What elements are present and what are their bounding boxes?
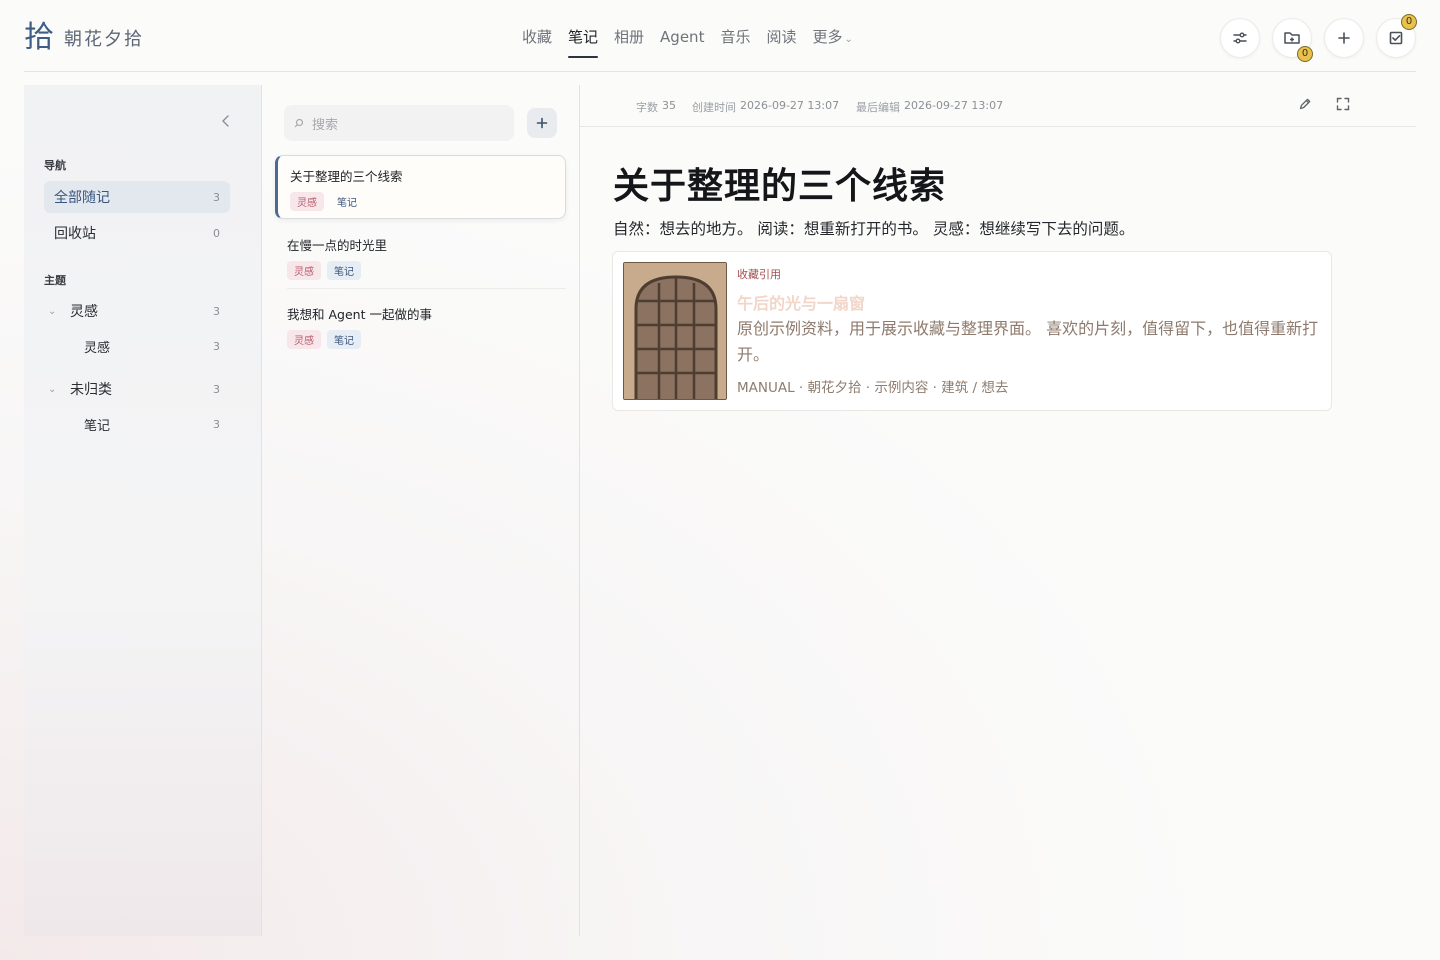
word-count-value: 35 <box>662 99 676 112</box>
note-title: 关于整理的三个线索 <box>290 169 403 184</box>
nav-tab-album[interactable]: 相册 <box>606 26 652 52</box>
sidebar-item-label: 未归类 <box>70 382 112 398</box>
sidebar-item-label: 灵感 <box>70 304 98 320</box>
sidebar-topic-uncategorized[interactable]: ⌄ 未归类 3 <box>44 373 230 405</box>
search-placeholder: 搜索 <box>312 117 339 133</box>
note-title: 在慢一点的时光里 <box>287 238 388 253</box>
expand-icon <box>1336 97 1350 111</box>
app-logo[interactable]: 拾 朝花夕拾 <box>24 20 144 56</box>
sidebar-topic-title: 主题 <box>44 274 66 287</box>
app-name: 朝花夕拾 <box>64 29 144 50</box>
edited-value: 2026-09-27 13:07 <box>904 99 1004 112</box>
plus-icon <box>1338 32 1350 44</box>
sidebar-subtopic-inspiration[interactable]: 灵感 3 <box>44 330 230 362</box>
tag-notes: 笔记 <box>327 261 361 280</box>
quote-label: 收藏引用 <box>737 268 781 281</box>
pencil-icon <box>1299 98 1311 110</box>
collapse-sidebar-button[interactable] <box>220 113 232 132</box>
sliders-icon <box>1233 32 1247 44</box>
sidebar-topic-inspiration[interactable]: ⌄ 灵感 3 <box>44 295 230 327</box>
tasks-count-badge: 0 <box>1401 14 1417 30</box>
nav-tab-music[interactable]: 音乐 <box>712 26 758 52</box>
search-icon <box>294 118 304 128</box>
sidebar-item-count: 3 <box>213 304 220 318</box>
folder-icon <box>1284 32 1300 44</box>
note-detail-panel: 字数 35 创建时间 2026-09-27 13:07 最后编辑 2026-09… <box>580 85 1416 936</box>
chevron-down-icon[interactable]: ⌄ <box>48 384 70 395</box>
settings-button[interactable] <box>1220 18 1260 58</box>
nav-tab-reading[interactable]: 阅读 <box>758 26 804 52</box>
tag-notes: 笔记 <box>327 330 361 349</box>
edited-label: 最后编辑 <box>856 101 900 114</box>
sidebar-item-label: 灵感 <box>84 340 111 356</box>
nav-tab-notes[interactable]: 笔记 <box>560 26 606 58</box>
sidebar-item-trash[interactable]: 回收站 0 <box>44 217 230 249</box>
arched-window-icon <box>624 263 726 399</box>
nav-tab-agent[interactable]: Agent <box>652 26 712 52</box>
sidebar-item-all-notes[interactable]: 全部随记 3 <box>44 181 230 213</box>
nav-tab-favorites[interactable]: 收藏 <box>514 26 560 52</box>
tag-notes: 笔记 <box>337 198 357 209</box>
sidebar-item-count: 3 <box>213 417 220 431</box>
new-note-button[interactable] <box>527 108 557 138</box>
note-meta-bar: 字数 35 创建时间 2026-09-27 13:07 最后编辑 2026-09… <box>580 85 1416 127</box>
sidebar-nav-title: 导航 <box>44 159 66 172</box>
sidebar-item-count: 0 <box>213 226 220 240</box>
nav-more-label: 更多 <box>812 28 843 46</box>
sidebar-item-label: 笔记 <box>84 418 111 434</box>
note-list-item[interactable]: 关于整理的三个线索 灵感 笔记 <box>275 155 566 219</box>
sidebar-subtopic-notes[interactable]: 笔记 3 <box>44 408 230 440</box>
quote-source: MANUAL · 朝花夕拾 · 示例内容 · 建筑 / 想去 <box>737 380 1009 396</box>
word-count-label: 字数 <box>636 101 658 114</box>
quote-card[interactable]: 收藏引用 午后的光与一扇窗 原创示例资料，用于展示收藏与整理界面。 喜欢的片刻，… <box>612 251 1332 411</box>
search-input[interactable]: 搜索 <box>284 105 514 141</box>
folder-count-badge: 0 <box>1297 46 1313 62</box>
sidebar-item-count: 3 <box>213 190 220 204</box>
window-thumbnail <box>623 262 727 400</box>
logo-mark: 拾 <box>24 20 54 55</box>
quote-title[interactable]: 午后的光与一扇窗 <box>737 290 865 314</box>
nav-tab-more[interactable]: 更多 ⌄ <box>804 26 860 52</box>
sidebar: 导航 全部随记 3 回收站 0 主题 ⌄ 灵感 3 灵感 3 ⌄ 未归类 3 笔… <box>24 85 262 936</box>
created-value: 2026-09-27 13:07 <box>740 99 840 112</box>
note-title-heading[interactable]: 关于整理的三个线索 <box>613 157 946 209</box>
note-list-item[interactable]: 我想和 Agent 一起做的事 灵感 笔记 <box>275 294 566 358</box>
main-nav: 收藏 笔记 相册 Agent 音乐 阅读 更多 ⌄ <box>514 26 861 58</box>
created-label: 创建时间 <box>692 101 736 114</box>
sidebar-item-label: 全部随记 <box>54 190 110 206</box>
top-actions: 0 0 <box>1220 14 1417 62</box>
chevron-down-icon: ⌄ <box>844 34 853 45</box>
add-button[interactable] <box>1324 18 1364 58</box>
tag-inspiration: 灵感 <box>287 330 321 349</box>
sidebar-item-count: 3 <box>213 382 220 396</box>
sidebar-item-label: 回收站 <box>54 226 96 242</box>
tag-inspiration: 灵感 <box>290 192 324 211</box>
folder-button[interactable]: 0 <box>1272 18 1313 62</box>
chevron-left-icon <box>222 115 229 127</box>
note-title: 我想和 Agent 一起做的事 <box>287 307 432 322</box>
chevron-down-icon[interactable]: ⌄ <box>48 306 70 317</box>
top-bar: 拾 朝花夕拾 收藏 笔记 相册 Agent 音乐 阅读 更多 ⌄ 0 0 <box>24 0 1417 72</box>
note-list-item[interactable]: 在慢一点的时光里 灵感 笔记 <box>275 225 566 289</box>
checkbox-icon <box>1389 31 1403 45</box>
tasks-button[interactable]: 0 <box>1376 14 1417 58</box>
note-list-panel: 搜索 关于整理的三个线索 灵感 笔记 在慢一点的时光里 灵感 笔记 我想和 Ag… <box>262 85 580 936</box>
plus-icon <box>536 117 548 129</box>
fullscreen-button[interactable] <box>1336 97 1350 115</box>
edit-button[interactable] <box>1298 97 1312 115</box>
sidebar-item-count: 3 <box>213 339 220 353</box>
tag-inspiration: 灵感 <box>287 261 321 280</box>
quote-description: 原创示例资料，用于展示收藏与整理界面。 喜欢的片刻，值得留下，也值得重新打开。 <box>737 319 1319 364</box>
note-body[interactable]: 自然：想去的地方。 阅读：想重新打开的书。 灵感：想继续写下去的问题。 <box>613 217 1134 239</box>
